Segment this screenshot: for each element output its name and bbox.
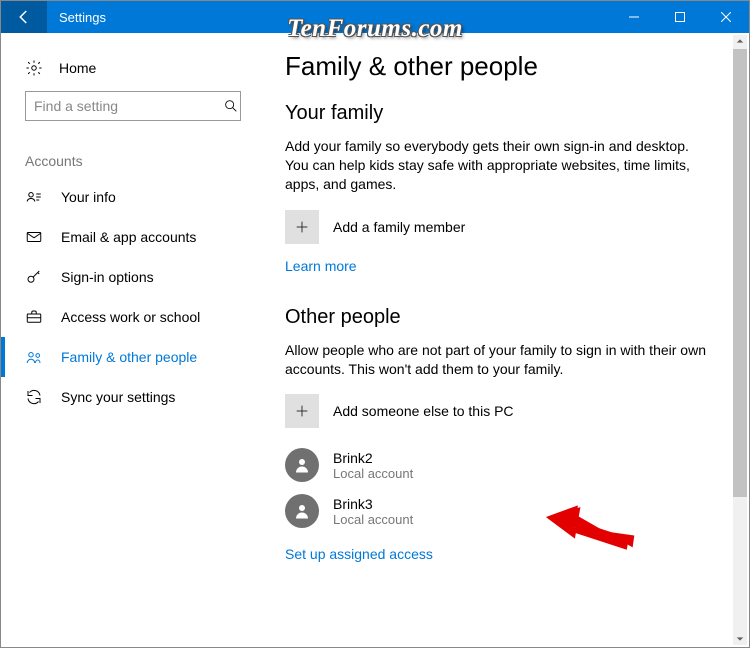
sidebar-item-label: Sync your settings — [61, 389, 175, 405]
user-row-brink3[interactable]: Brink3 Local account — [285, 494, 715, 528]
scrollbar[interactable] — [733, 35, 747, 645]
sidebar-item-sync[interactable]: Sync your settings — [1, 377, 247, 417]
back-button[interactable] — [1, 1, 47, 33]
mail-icon — [25, 228, 43, 246]
sidebar-item-label: Your info — [61, 189, 116, 205]
people-icon — [25, 348, 43, 366]
briefcase-icon — [25, 308, 43, 326]
sidebar-item-your-info[interactable]: Your info — [1, 177, 247, 217]
user-name: Brink2 — [333, 450, 413, 466]
add-other-label: Add someone else to this PC — [333, 403, 514, 419]
sync-icon — [25, 388, 43, 406]
other-people-body: Allow people who are not part of your fa… — [285, 341, 715, 379]
sidebar-item-signin-options[interactable]: Sign-in options — [1, 257, 247, 297]
sidebar-item-label: Family & other people — [61, 349, 197, 365]
sidebar-item-label: Sign-in options — [61, 269, 154, 285]
search-box[interactable] — [25, 91, 247, 121]
gear-icon — [25, 59, 43, 77]
user-name: Brink3 — [333, 496, 413, 512]
sidebar-item-label: Email & app accounts — [61, 229, 196, 245]
sidebar-home[interactable]: Home — [1, 53, 247, 91]
assigned-access-link[interactable]: Set up assigned access — [285, 546, 433, 562]
minimize-button[interactable] — [611, 1, 657, 33]
plus-icon — [285, 210, 319, 244]
scroll-down-icon[interactable] — [733, 633, 747, 645]
add-family-label: Add a family member — [333, 219, 465, 235]
sidebar-item-family-other[interactable]: Family & other people — [1, 337, 247, 377]
window-controls — [611, 1, 749, 33]
maximize-button[interactable] — [657, 1, 703, 33]
sidebar-item-label: Access work or school — [61, 309, 200, 325]
search-input[interactable] — [25, 91, 241, 121]
user-type: Local account — [333, 512, 413, 527]
add-family-member-button[interactable]: Add a family member — [285, 210, 715, 244]
family-heading: Your family — [285, 102, 715, 125]
sidebar-item-email-accounts[interactable]: Email & app accounts — [1, 217, 247, 257]
person-card-icon — [25, 188, 43, 206]
family-body: Add your family so everybody gets their … — [285, 137, 715, 194]
add-other-user-button[interactable]: Add someone else to this PC — [285, 394, 715, 428]
plus-icon — [285, 394, 319, 428]
scroll-thumb[interactable] — [733, 49, 747, 497]
sidebar: Home Accounts Your info Email & app acco… — [1, 33, 257, 647]
content-area: Family & other people Your family Add yo… — [257, 33, 749, 647]
other-people-heading: Other people — [285, 306, 715, 329]
avatar-icon — [285, 448, 319, 482]
sidebar-home-label: Home — [59, 60, 96, 76]
scroll-up-icon[interactable] — [733, 35, 747, 47]
page-title: Family & other people — [285, 51, 715, 82]
avatar-icon — [285, 494, 319, 528]
window-title: Settings — [47, 1, 611, 33]
user-row-brink2[interactable]: Brink2 Local account — [285, 448, 715, 482]
learn-more-link[interactable]: Learn more — [285, 258, 357, 274]
close-button[interactable] — [703, 1, 749, 33]
sidebar-item-work-school[interactable]: Access work or school — [1, 297, 247, 337]
key-icon — [25, 268, 43, 286]
window-titlebar: Settings — [1, 1, 749, 33]
sidebar-group-header: Accounts — [1, 139, 247, 177]
user-type: Local account — [333, 466, 413, 481]
